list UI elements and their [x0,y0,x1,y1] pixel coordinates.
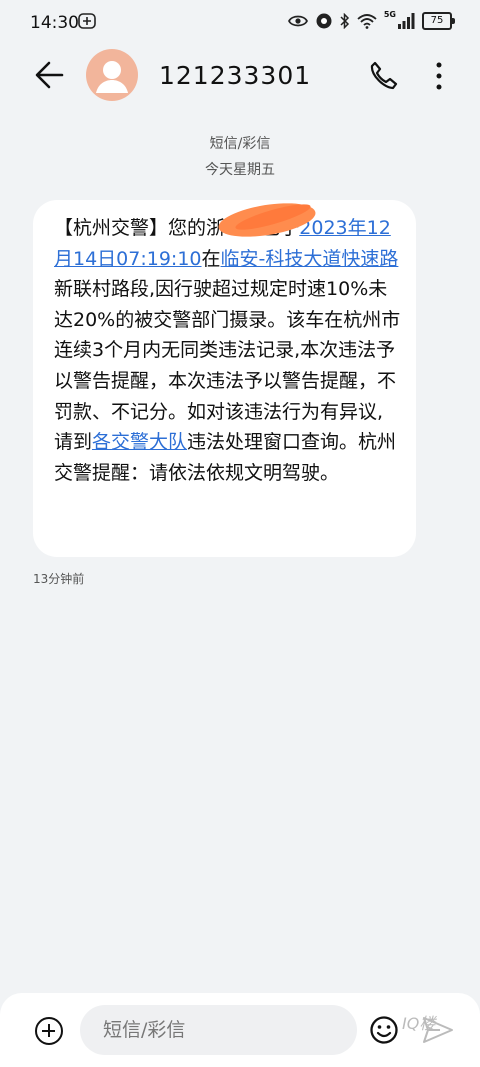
message-input[interactable]: 短信/彩信 [80,1005,357,1055]
message-text-part: 新联村路段,因行驶超过规定时速10%未达20%的被交警部门摄录。该车在杭州市连续… [54,278,401,454]
service-label: 短信/彩信 [209,136,271,152]
eye-icon [287,15,308,27]
back-arrow-icon[interactable] [33,58,67,92]
do-not-disturb-icon [316,13,332,29]
location-link[interactable]: 临安-科技大道快速路 [221,248,399,270]
add-attachment-icon[interactable] [35,1017,63,1045]
message-bubble[interactable]: 【杭州交警】您的浙 已于2023年12月14日07:19:10在临安-科技大道快… [33,200,416,557]
message-text-part: 在 [201,247,221,270]
person-icon [96,61,128,93]
contact-number[interactable]: 121233301 [159,61,311,90]
app-notification-icon [78,13,96,29]
wifi-icon [357,13,377,29]
date-separator: 今天星期五 [205,162,275,178]
contact-avatar[interactable] [86,49,138,101]
signal-icon [398,13,415,29]
more-options-icon[interactable] [432,60,446,92]
status-icons: 5G 75 [287,10,455,32]
battery-level: 75 [430,15,444,26]
message-text: 【杭州交警】您的浙 已于2023年12月14日07:19:10在临安-科技大道快… [54,213,401,488]
watermark: IQ楼 [402,1014,436,1033]
message-time: 13分钟前 [33,572,85,586]
traffic-brigade-link[interactable]: 各交警大队 [92,431,187,453]
status-bar: 14:30 5G 75 [0,0,480,46]
emoji-icon[interactable] [369,1015,399,1045]
message-text-part: 【杭州交警】您的浙 [54,217,226,239]
network-type: 5G [383,10,396,19]
battery-icon: 75 [422,12,455,30]
status-time: 14:30 [30,13,79,33]
bluetooth-icon [340,13,349,29]
phone-call-icon[interactable] [367,60,399,92]
conversation-header: 121233301 [0,46,480,106]
